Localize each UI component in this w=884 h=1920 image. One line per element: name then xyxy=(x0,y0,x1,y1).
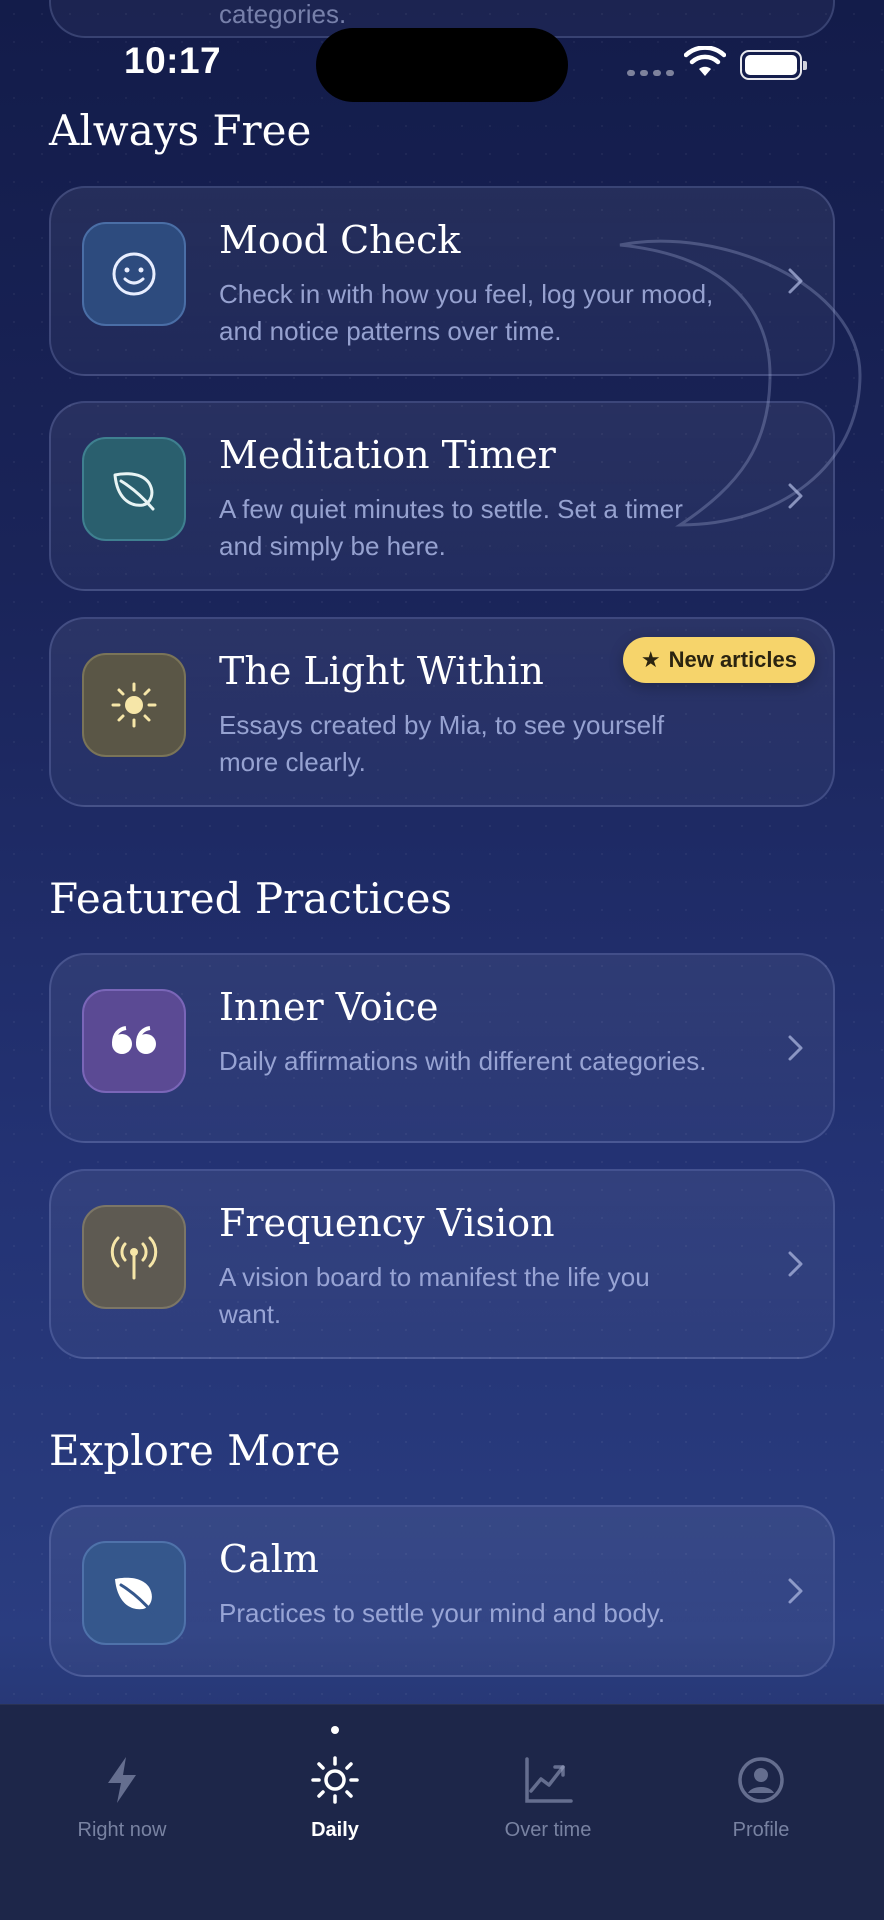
card-calm[interactable]: Calm Practices to settle your mind and b… xyxy=(49,1505,835,1677)
card-frequency-vision[interactable]: Frequency Vision A vision board to manif… xyxy=(49,1169,835,1359)
battery-icon xyxy=(740,50,807,80)
wifi-icon xyxy=(684,46,726,76)
smile-icon xyxy=(82,222,186,326)
tab-right-now[interactable]: Right now xyxy=(22,1755,222,1842)
badge-label: New articles xyxy=(668,647,797,672)
leaf-icon xyxy=(82,437,186,541)
card-description: Check in with how you feel, log your moo… xyxy=(219,279,714,346)
status-time: 10:17 xyxy=(124,40,222,81)
card-mood-check[interactable]: Mood Check Check in with how you feel, l… xyxy=(49,186,835,376)
star-icon: ★ xyxy=(640,647,661,672)
dynamic-island xyxy=(316,28,568,102)
card-description: A vision board to manifest the life you … xyxy=(219,1262,650,1329)
leaf-filled-icon xyxy=(82,1541,186,1645)
quote-icon xyxy=(82,989,186,1093)
card-title: Frequency Vision xyxy=(219,1201,555,1245)
chevron-right-icon xyxy=(788,1251,803,1277)
card-title: Inner Voice xyxy=(219,985,439,1029)
tab-daily[interactable]: Daily xyxy=(235,1755,435,1842)
new-articles-badge: ★ New articles xyxy=(622,637,815,683)
partial-card-text: categories. xyxy=(219,0,347,29)
card-title: Meditation Timer xyxy=(219,433,556,477)
sun-icon xyxy=(82,653,186,757)
card-inner-voice[interactable]: Inner Voice Daily affirmations with diff… xyxy=(49,953,835,1143)
antenna-icon xyxy=(82,1205,186,1309)
chart-icon xyxy=(525,1757,573,1803)
chevron-right-icon xyxy=(788,268,803,294)
card-meditation-timer[interactable]: Meditation Timer A few quiet minutes to … xyxy=(49,401,835,591)
card-title: Calm xyxy=(219,1537,319,1581)
chevron-right-icon xyxy=(788,1578,803,1604)
active-tab-indicator xyxy=(331,1726,339,1734)
bottom-tab-bar: Right now Daily Over time Profile xyxy=(0,1704,884,1920)
card-title: The Light Within xyxy=(219,649,544,693)
chevron-right-icon xyxy=(788,1035,803,1061)
cellular-signal-icon xyxy=(627,70,674,76)
section-title-always-free: Always Free xyxy=(49,106,312,155)
card-description: Daily affirmations with different catego… xyxy=(219,1046,707,1076)
profile-icon xyxy=(738,1757,784,1803)
tab-label: Profile xyxy=(732,1819,790,1841)
tab-over-time[interactable]: Over time xyxy=(448,1755,648,1842)
bolt-icon xyxy=(108,1757,136,1803)
section-title-featured: Featured Practices xyxy=(49,874,452,923)
chevron-right-icon xyxy=(788,483,803,509)
card-title: Mood Check xyxy=(219,218,461,262)
tab-profile[interactable]: Profile xyxy=(661,1755,861,1842)
card-light-within[interactable]: The Light Within Essays created by Mia, … xyxy=(49,617,835,807)
card-description: Practices to settle your mind and body. xyxy=(219,1598,666,1628)
section-title-explore: Explore More xyxy=(49,1426,341,1475)
sun-icon xyxy=(311,1756,359,1804)
tab-label: Over time xyxy=(504,1819,592,1841)
tab-label: Daily xyxy=(311,1819,359,1841)
tab-label: Right now xyxy=(77,1819,167,1841)
card-description: Essays created by Mia, to see yourself m… xyxy=(219,710,665,777)
card-description: A few quiet minutes to settle. Set a tim… xyxy=(219,494,683,561)
